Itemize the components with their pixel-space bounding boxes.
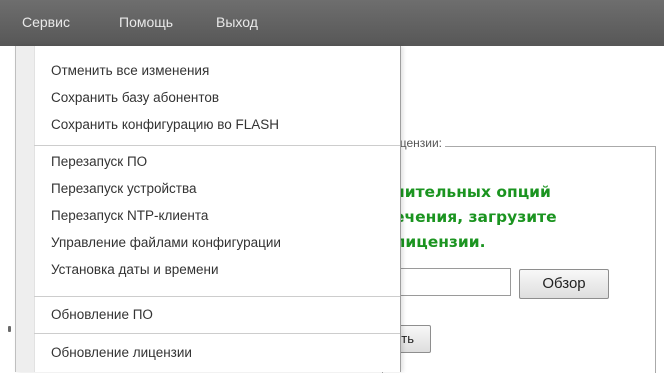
menu-item-restart-software[interactable]: Перезапуск ПО bbox=[51, 154, 147, 169]
top-menubar: Сервис Помощь Выход bbox=[0, 0, 664, 46]
service-dropdown-menu: Отменить все изменения Сохранить базу аб… bbox=[15, 46, 401, 372]
menu-item-save-subscriber-base[interactable]: Сохранить базу абонентов bbox=[51, 90, 219, 105]
license-file-input[interactable] bbox=[392, 268, 511, 296]
menu-separator bbox=[34, 296, 400, 297]
menu-item-undo-all-changes[interactable]: Отменить все изменения bbox=[51, 63, 209, 78]
menu-item-restart-ntp-client[interactable]: Перезапуск NTP-клиента bbox=[51, 208, 208, 223]
browse-button[interactable]: Обзор bbox=[519, 269, 609, 299]
menu-item-software-update[interactable]: Обновление ПО bbox=[51, 307, 153, 322]
menu-item-save-config-flash[interactable]: Сохранить конфигурацию во FLASH bbox=[51, 117, 279, 132]
menu-item-restart-device[interactable]: Перезапуск устройства bbox=[51, 181, 197, 196]
menu-separator bbox=[34, 145, 400, 146]
menu-exit[interactable]: Выход bbox=[216, 14, 258, 30]
page-edge-marker bbox=[8, 326, 11, 332]
license-message: нительных опций ечения, загрузите лиценз… bbox=[394, 183, 557, 251]
menu-item-config-file-management[interactable]: Управление файлами конфигурации bbox=[51, 235, 281, 250]
menu-separator bbox=[34, 333, 400, 334]
menu-item-license-update[interactable]: Обновление лицензии bbox=[51, 345, 192, 360]
menu-item-set-date-time[interactable]: Установка даты и времени bbox=[51, 262, 219, 277]
dropdown-icon-strip bbox=[16, 46, 35, 372]
menu-service[interactable]: Сервис bbox=[22, 14, 70, 30]
menu-help[interactable]: Помощь bbox=[119, 14, 173, 30]
